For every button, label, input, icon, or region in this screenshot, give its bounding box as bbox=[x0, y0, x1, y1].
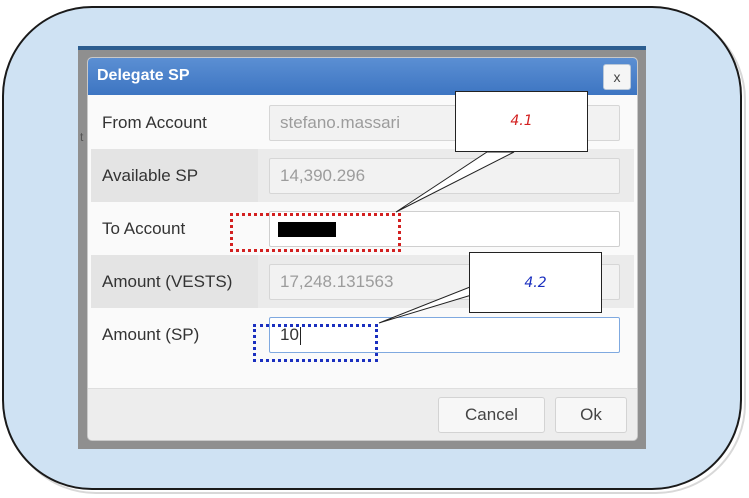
callout-1-pointer bbox=[395, 151, 515, 213]
callout-4-2-label: 4.2 bbox=[524, 275, 547, 291]
callout-4-2: 4.2 bbox=[469, 252, 602, 313]
callout-4-1-label: 4.1 bbox=[510, 113, 533, 129]
callout-4-1: 4.1 bbox=[455, 91, 588, 152]
callout-pointers bbox=[378, 151, 515, 324]
